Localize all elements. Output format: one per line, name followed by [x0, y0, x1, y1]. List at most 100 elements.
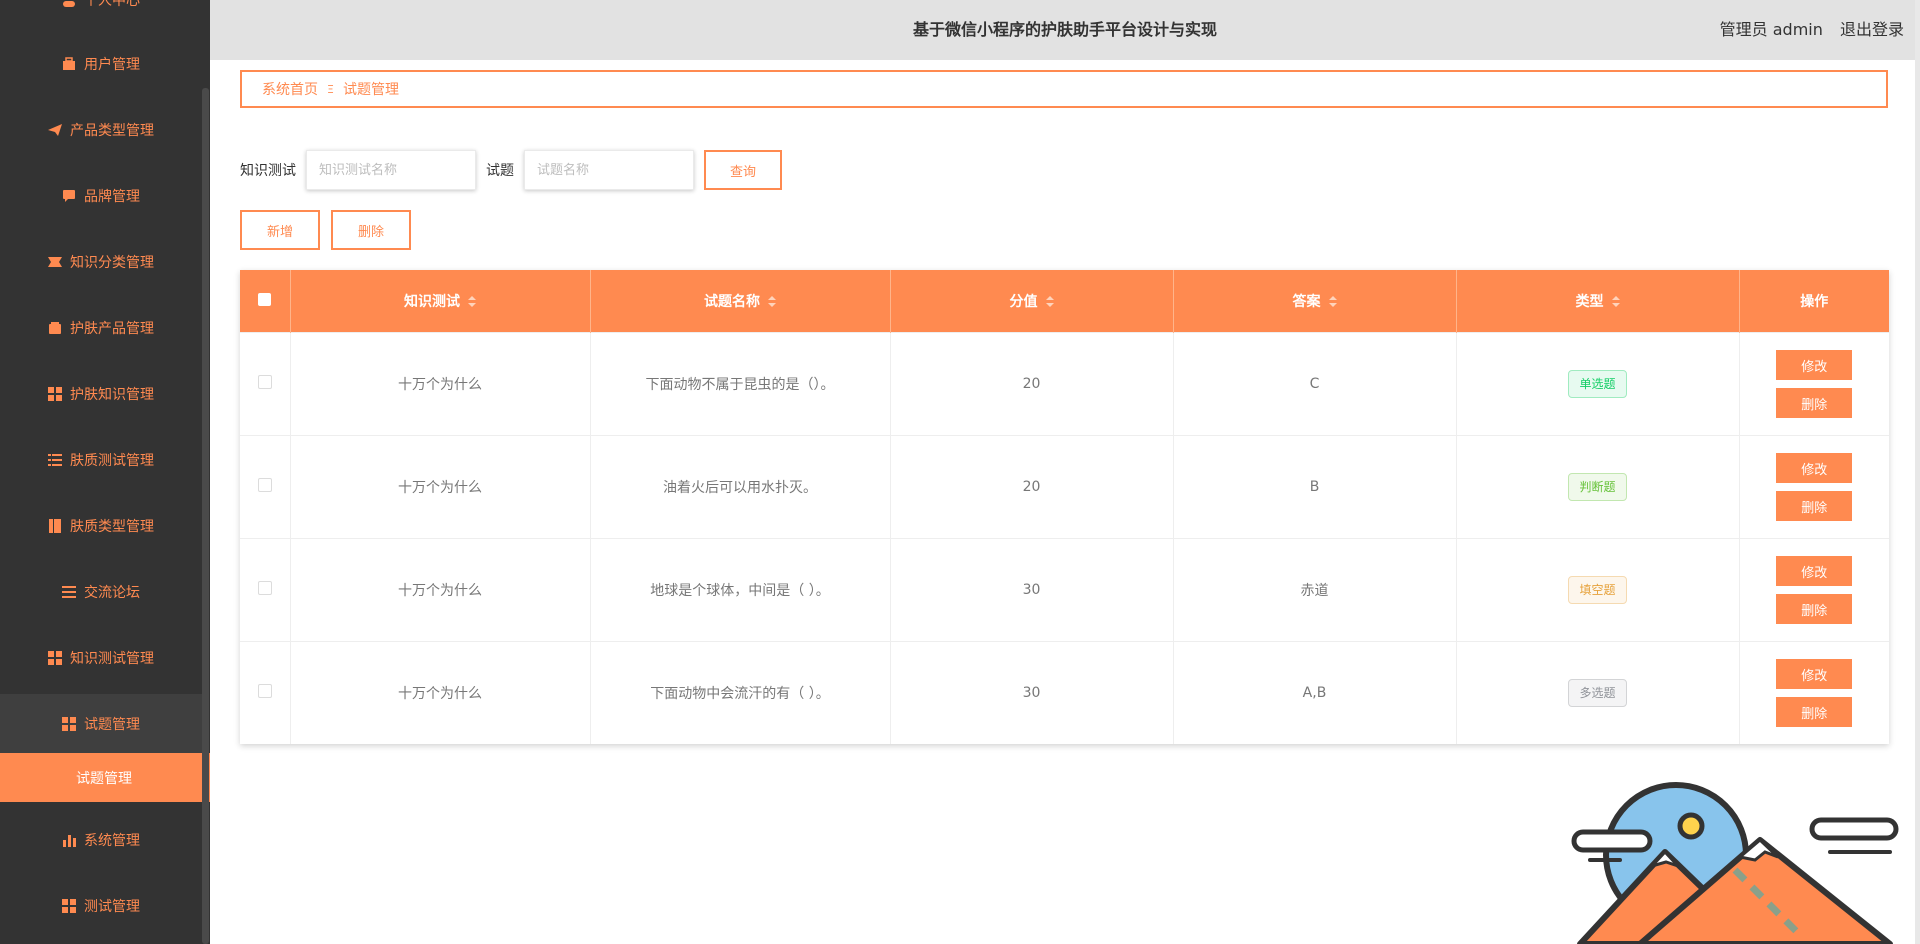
- sidebar-item-label: 系统管理: [84, 833, 140, 849]
- top-header: 基于微信小程序的护肤助手平台设计与实现 管理员 admin 退出登录: [210, 0, 1920, 60]
- cell-score: 20: [890, 332, 1174, 436]
- breadcrumb-home[interactable]: 系统首页: [262, 79, 318, 99]
- cell-actions: 修改 删除: [1739, 435, 1889, 539]
- cell-actions: 修改 删除: [1739, 641, 1889, 744]
- type-tag: 判断题: [1568, 473, 1627, 501]
- row-checkbox[interactable]: [257, 478, 272, 492]
- sidebar-item-label: 知识分类管理: [70, 255, 154, 271]
- column-header-answer[interactable]: 答案: [1173, 270, 1457, 333]
- sidebar-scrollbar[interactable]: [202, 88, 209, 944]
- select-all-checkbox[interactable]: [258, 292, 272, 306]
- delete-button[interactable]: 删除: [1776, 388, 1853, 418]
- sidebar-item-skincare-knowledge[interactable]: 护肤知识管理: [0, 370, 202, 418]
- table-row: 十万个为什么 下面动物中会流汗的有（ ）。 30 A,B 多选题 修改 删除: [240, 641, 1889, 744]
- sidebar: 个人中心 用户管理 产品类型管理 品牌管理 知识分类管理 护肤产品管理 护肤知识…: [0, 0, 210, 944]
- sort-icon[interactable]: [1611, 296, 1620, 308]
- search-label-test: 知识测试: [240, 163, 296, 179]
- chat-icon: [63, 190, 75, 202]
- edit-button[interactable]: 修改: [1776, 453, 1853, 483]
- delete-button[interactable]: 删除: [1776, 594, 1853, 624]
- sidebar-item-label: 知识测试管理: [70, 651, 154, 667]
- column-label: 知识测试: [404, 294, 460, 310]
- delete-button[interactable]: 删除: [1776, 491, 1853, 521]
- sidebar-item-users[interactable]: 用户管理: [0, 40, 202, 88]
- sidebar-item-label: 测试管理: [84, 899, 140, 915]
- book-icon: [49, 519, 61, 533]
- question-name-input[interactable]: [524, 150, 694, 190]
- ticket-icon: [48, 257, 62, 267]
- cell-answer: B: [1173, 435, 1457, 539]
- add-button[interactable]: 新增: [240, 210, 320, 250]
- row-checkbox[interactable]: [257, 581, 272, 595]
- cell-test: 十万个为什么: [290, 435, 591, 539]
- column-label: 操作: [1800, 294, 1829, 310]
- cell-test: 十万个为什么: [290, 538, 591, 642]
- test-name-input[interactable]: [306, 150, 476, 190]
- sort-icon[interactable]: [468, 296, 476, 308]
- column-label: 类型: [1575, 294, 1604, 310]
- sidebar-item-questions[interactable]: 试题管理: [0, 694, 202, 754]
- sidebar-item-system[interactable]: 系统管理: [0, 816, 202, 864]
- breadcrumb-current: 试题管理: [342, 82, 399, 98]
- grid-icon: [62, 899, 76, 913]
- row-checkbox[interactable]: [257, 684, 272, 698]
- logout-link[interactable]: 退出登录: [1840, 20, 1904, 39]
- query-button[interactable]: 查询: [704, 150, 782, 190]
- sidebar-item-profile[interactable]: 个人中心: [0, 0, 202, 24]
- sidebar-item-skincare-products[interactable]: 护肤产品管理: [0, 304, 202, 352]
- delete-button[interactable]: 删除: [1776, 697, 1853, 727]
- cell-actions: 修改 删除: [1739, 538, 1889, 642]
- select-all-cell: [240, 270, 291, 333]
- type-tag: 多选题: [1568, 679, 1627, 707]
- cell-score: 30: [890, 538, 1174, 642]
- column-header-score[interactable]: 分值: [890, 270, 1174, 333]
- row-select-cell: [240, 435, 291, 539]
- cell-type: 判断题: [1456, 435, 1740, 539]
- row-checkbox[interactable]: [257, 375, 272, 389]
- sort-icon[interactable]: [768, 296, 776, 308]
- column-label: 试题名称: [704, 294, 760, 310]
- cell-actions: 修改 删除: [1739, 332, 1889, 436]
- edit-button[interactable]: 修改: [1776, 350, 1853, 380]
- row-select-cell: [240, 332, 291, 436]
- cell-answer: A,B: [1173, 641, 1457, 744]
- header-user-area: 管理员 admin 退出登录: [1708, 0, 1904, 60]
- column-header-question[interactable]: 试题名称: [590, 270, 891, 333]
- sidebar-subitem-questions[interactable]: 试题管理: [0, 753, 210, 802]
- table-row: 十万个为什么 下面动物不属于昆虫的是（）。 20 C 单选题 修改 删除: [240, 332, 1889, 436]
- breadcrumb: 系统首页 Ξ 试题管理: [240, 70, 1888, 108]
- sort-icon[interactable]: [1328, 296, 1337, 308]
- app-title: 基于微信小程序的护肤助手平台设计与实现: [912, 20, 1217, 39]
- list-icon: [48, 454, 62, 466]
- edit-button[interactable]: 修改: [1776, 659, 1853, 689]
- search-label-question: 试题: [486, 163, 514, 179]
- breadcrumb-separator: Ξ: [327, 82, 334, 96]
- user-icon: [63, 1, 75, 7]
- batch-delete-button[interactable]: 删除: [331, 210, 411, 250]
- column-header-type[interactable]: 类型: [1456, 270, 1740, 333]
- cell-question: 下面动物不属于昆虫的是（）。: [590, 332, 891, 436]
- cell-answer: 赤道: [1173, 538, 1457, 642]
- cell-score: 30: [890, 641, 1174, 744]
- sidebar-item-brands[interactable]: 品牌管理: [0, 172, 202, 220]
- sort-icon[interactable]: [1045, 296, 1054, 308]
- cell-type: 多选题: [1456, 641, 1740, 744]
- sidebar-item-forum[interactable]: 交流论坛: [0, 568, 202, 616]
- menu-icon: [62, 586, 76, 598]
- sidebar-item-skin-types[interactable]: 肤质类型管理: [0, 502, 202, 550]
- column-header-actions: 操作: [1739, 270, 1889, 333]
- sidebar-item-product-types[interactable]: 产品类型管理: [0, 106, 202, 154]
- type-tag: 填空题: [1568, 576, 1627, 604]
- current-user: 管理员 admin: [1719, 20, 1823, 39]
- page-scrollbar[interactable]: [1915, 0, 1920, 944]
- sidebar-item-test-management[interactable]: 测试管理: [0, 882, 202, 930]
- sidebar-item-label: 肤质测试管理: [70, 453, 154, 469]
- edit-button[interactable]: 修改: [1776, 556, 1853, 586]
- sidebar-item-knowledge-categories[interactable]: 知识分类管理: [0, 238, 202, 286]
- cell-question: 油着火后可以用水扑灭。: [590, 435, 891, 539]
- column-header-test[interactable]: 知识测试: [290, 270, 591, 333]
- sidebar-item-label: 肤质类型管理: [70, 519, 154, 535]
- sidebar-item-skin-tests[interactable]: 肤质测试管理: [0, 436, 202, 484]
- sidebar-item-label: 产品类型管理: [70, 123, 154, 139]
- sidebar-item-knowledge-tests[interactable]: 知识测试管理: [0, 634, 202, 682]
